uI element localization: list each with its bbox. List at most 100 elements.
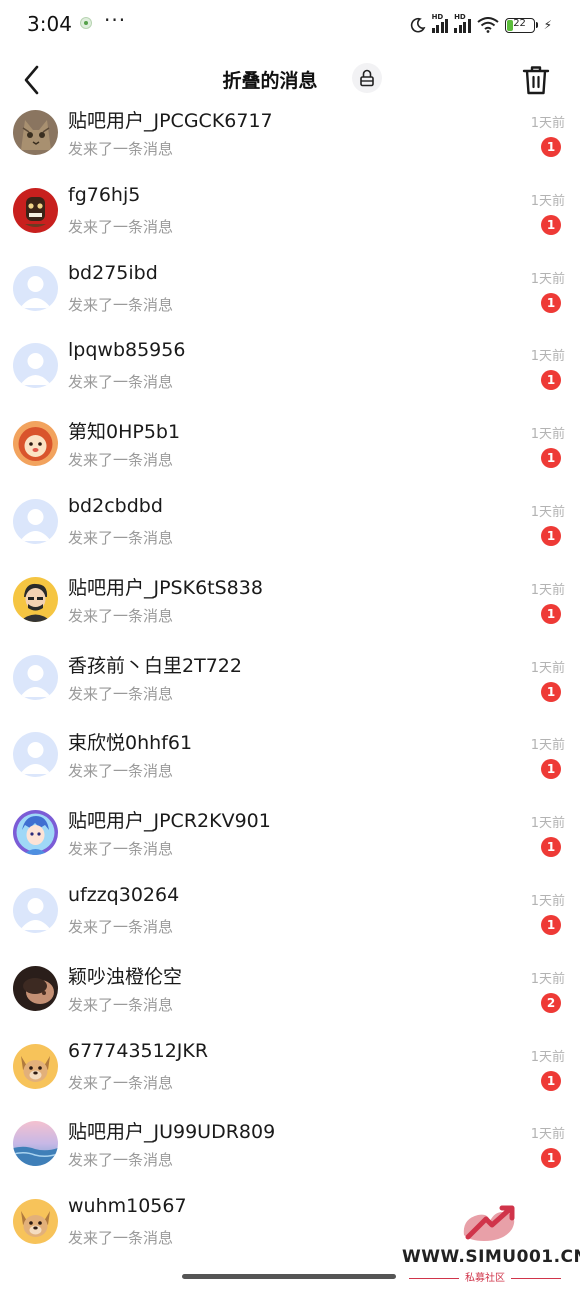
sender-name: 贴吧用户_JPCGCK6717 [68,110,273,132]
message-list-item[interactable]: bd275ibd 发来了一条消息 1天前 1 [0,257,580,335]
avatar[interactable] [13,421,58,467]
message-preview: 发来了一条消息 [68,1229,174,1248]
message-list-item[interactable]: 677743512JKR 发来了一条消息 1天前 1 [0,1035,580,1113]
unread-badge: 1 [541,137,561,157]
sender-name: bd275ibd [68,261,158,284]
message-time: 1天前 [530,738,565,754]
delete-button[interactable] [522,64,550,96]
message-list-item[interactable]: fg76hj5 发来了一条消息 1天前 1 [0,179,580,257]
avatar[interactable] [13,110,58,155]
message-list-item[interactable]: 贴吧用户_JPCR2KV901 发来了一条消息 1天前 1 [0,801,580,879]
privacy-lock-button[interactable] [352,63,382,93]
message-list-item[interactable]: 贴吧用户_JPCGCK6717 发来了一条消息 1天前 1 [0,101,580,179]
sender-name: wuhm10567 [68,1195,187,1218]
unread-badge: 1 [541,526,561,546]
message-list-item[interactable]: 香孩前丶白里2T722 发来了一条消息 1天前 1 [0,646,580,724]
message-preview: 发来了一条消息 [68,140,174,158]
charging-icon: ⚡ [543,18,552,32]
avatar[interactable] [13,187,58,233]
unread-badge: 1 [541,837,561,858]
unread-badge: 1 [541,603,561,624]
sender-name: lpqwb85956 [68,339,186,362]
message-list-item[interactable]: ufzzq30264 发来了一条消息 1天前 1 [0,879,580,957]
avatar[interactable] [13,265,58,311]
message-preview: 发来了一条消息 [68,606,174,625]
message-list-item[interactable]: 第知0HP5b1 发来了一条消息 1天前 1 [0,412,580,490]
unread-badge: 1 [541,1070,561,1091]
message-preview: 发来了一条消息 [68,918,174,936]
lock-icon [360,69,374,87]
message-time: 1天前 [530,1049,565,1065]
sender-name: 第知0HP5b1 [68,421,181,444]
unread-badge: 1 [541,214,561,235]
watermark: WWW.SIMU001.CN 私募社区 [400,1205,580,1285]
unread-badge: 2 [541,992,561,1013]
unread-badge: 1 [541,448,561,469]
message-preview: 发来了一条消息 [68,762,174,781]
message-preview: 发来了一条消息 [68,995,174,1014]
message-list-item[interactable]: 颖吵浊橙伦空 发来了一条消息 1天前 2 [0,957,580,1035]
message-preview: 发来了一条消息 [68,451,174,470]
message-list-item[interactable]: 贴吧用户_JPSK6tS838 发来了一条消息 1天前 1 [0,568,580,646]
watermark-subtitle: 私募社区 [400,1269,570,1284]
avatar[interactable] [13,888,58,933]
avatar[interactable] [13,965,58,1011]
message-time: 1天前 [530,427,565,443]
app-notification-icon [80,17,92,29]
message-time: 1天前 [530,582,565,598]
battery-level: 22 [513,17,526,29]
unread-badge: 1 [541,915,561,935]
message-list-item[interactable]: bd2cbdbd 发来了一条消息 1天前 1 [0,490,580,568]
message-list-item[interactable]: 束欣悦0hhf61 发来了一条消息 1天前 1 [0,723,580,801]
watermark-logo [463,1205,515,1241]
message-time: 1天前 [530,894,565,909]
page-title: 折叠的消息 [222,70,318,92]
wifi-icon [476,17,499,33]
message-time: 1天前 [530,116,565,131]
battery-tip [535,22,538,28]
more-notifications-icon: ··· [104,8,127,32]
signal-icon-1: HD [431,13,449,33]
sender-name: 贴吧用户_JPSK6tS838 [68,576,263,599]
message-list-item[interactable]: lpqwb85956 发来了一条消息 1天前 1 [0,334,580,412]
sender-name: 香孩前丶白里2T722 [68,654,242,677]
message-time: 1天前 [530,349,565,365]
message-preview: 发来了一条消息 [68,840,174,859]
trash-icon [522,66,550,95]
unread-badge: 1 [541,370,561,391]
avatar[interactable] [13,1199,58,1245]
unread-badge: 1 [541,681,561,702]
message-time: 1天前 [530,271,565,287]
message-preview: 发来了一条消息 [68,1151,174,1170]
avatar[interactable] [13,576,58,622]
sender-name: 束欣悦0hhf61 [68,732,193,755]
avatar[interactable] [13,732,58,778]
avatar[interactable] [13,1043,58,1089]
do-not-disturb-icon [410,17,426,33]
sender-name: fg76hj5 [68,183,141,206]
message-preview: 发来了一条消息 [68,684,174,703]
status-bar: 3:04 ··· HD HD 22 ⚡ [0,0,580,50]
message-time: 1天前 [530,193,565,209]
sender-name: 颖吵浊橙伦空 [68,965,183,988]
message-preview: 发来了一条消息 [68,217,174,236]
message-list[interactable]: 贴吧用户_JPCGCK6717 发来了一条消息 1天前 1 fg76hj5 发来了一条消息… [0,101,580,1261]
avatar[interactable] [13,499,58,544]
avatar[interactable] [13,654,58,700]
home-indicator[interactable] [182,1274,396,1279]
unread-badge: 1 [541,292,561,313]
message-time: 1天前 [530,660,565,676]
message-preview: 发来了一条消息 [68,373,174,392]
message-time: 1天前 [530,1127,565,1143]
sender-name: 贴吧用户_JU99UDR809 [68,1121,276,1144]
message-time: 1天前 [530,816,565,832]
message-list-item[interactable]: 贴吧用户_JU99UDR809 发来了一条消息 1天前 1 [0,1112,580,1190]
sender-name: ufzzq30264 [68,884,180,906]
sender-name: bd2cbdbd [68,495,163,517]
avatar[interactable] [13,343,58,389]
message-preview: 发来了一条消息 [68,295,174,314]
avatar[interactable] [13,810,58,856]
avatar[interactable] [13,1121,58,1167]
nav-bar: 折叠的消息 [0,52,580,108]
message-preview: 发来了一条消息 [68,529,174,547]
